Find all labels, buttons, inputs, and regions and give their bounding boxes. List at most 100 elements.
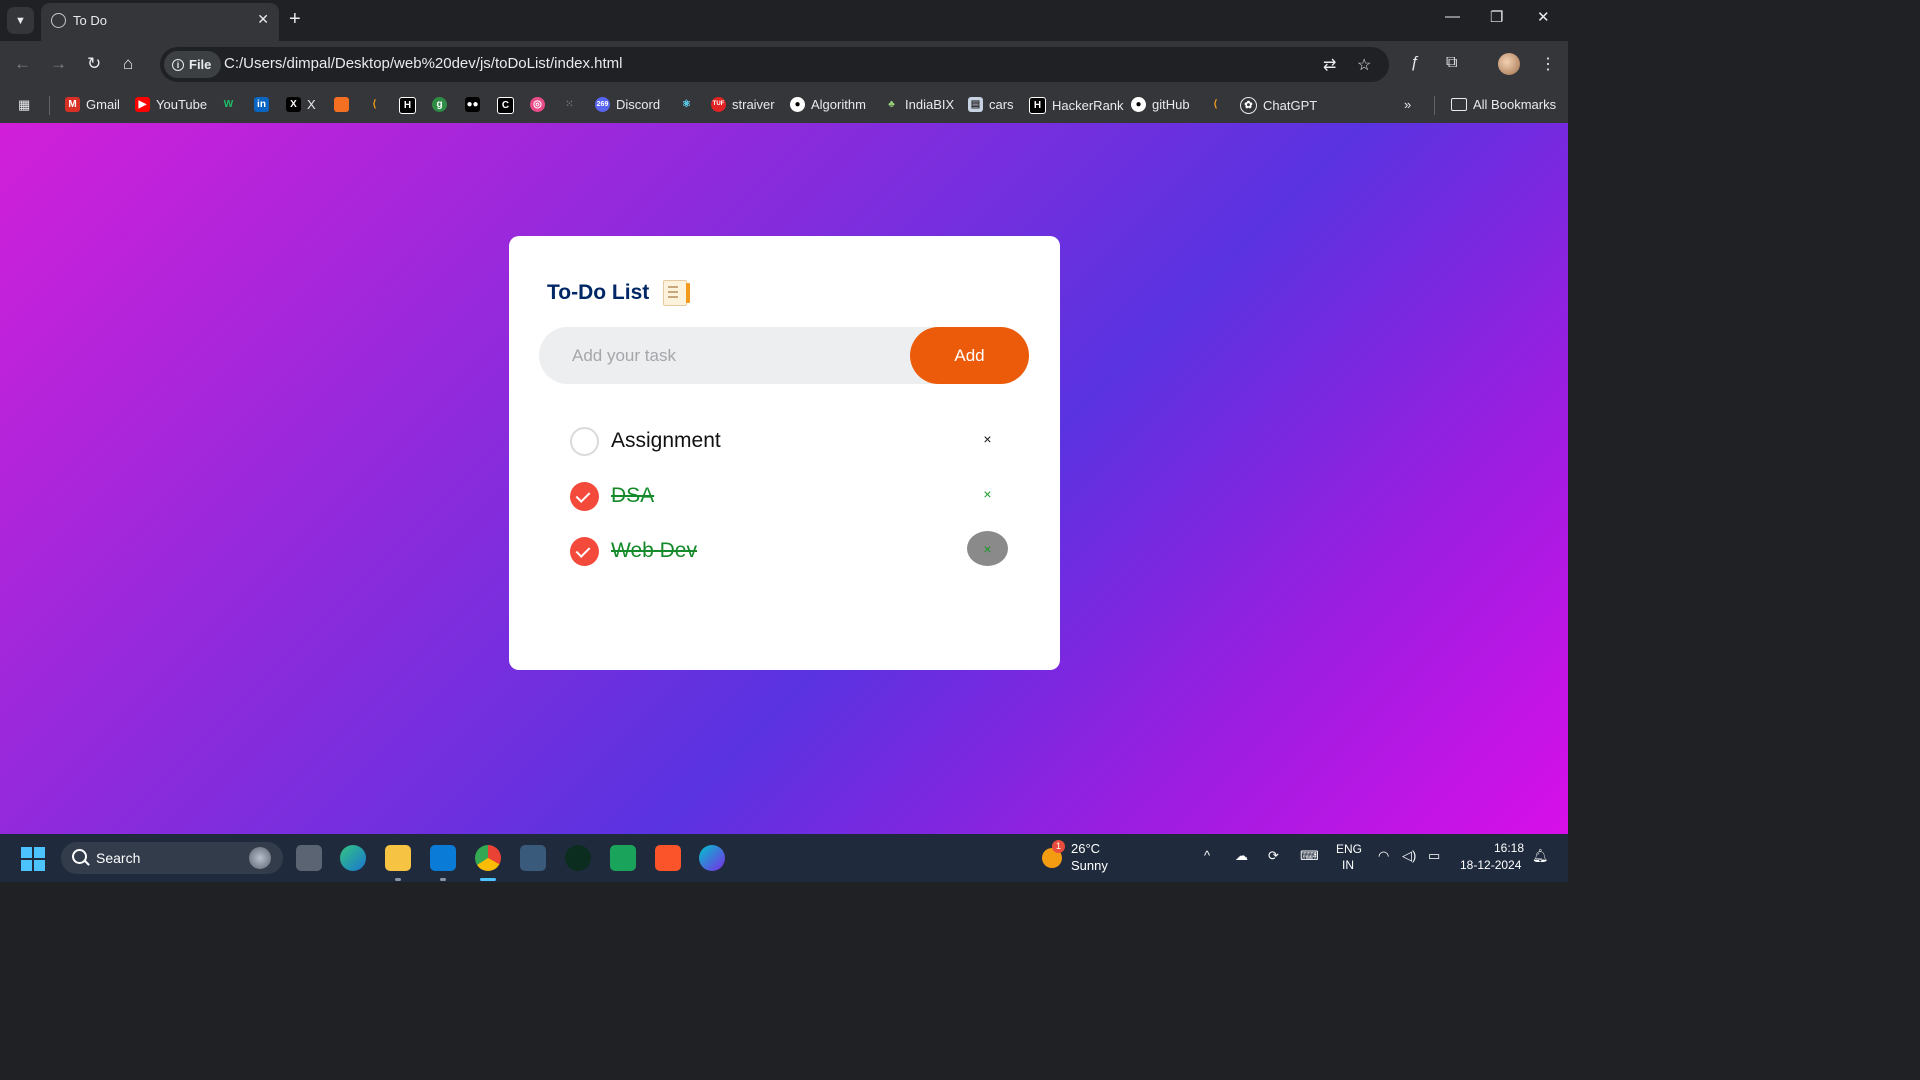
bookmark-geeks[interactable]: g [432, 97, 447, 112]
site-info-chip[interactable]: i File [164, 51, 222, 78]
url-text[interactable]: C:/Users/dimpal/Desktop/web%20dev/js/toD… [224, 55, 623, 72]
running-indicator [395, 878, 401, 881]
bookmark-hashnode[interactable]: H [399, 97, 416, 114]
bookmark-github[interactable]: ● gitHub [1131, 97, 1190, 112]
bookmark-indiabix[interactable]: ♣ IndiaBIX [884, 97, 954, 112]
bookmark-orange[interactable] [334, 97, 349, 112]
search-label: Search [96, 850, 141, 866]
bookmark-discord[interactable]: 269 Discord [595, 97, 660, 112]
language-top[interactable]: ENG [1336, 842, 1362, 856]
mongodb-compass-icon[interactable] [565, 845, 591, 871]
tuf-icon: TUF [711, 97, 726, 112]
bookmark-react[interactable]: ⚛ [679, 97, 694, 112]
reload-button[interactable]: ↻ [87, 54, 101, 74]
volume-icon[interactable]: ◁) [1402, 848, 1416, 864]
tab-strip: ▼ To Do ✕ + — ❐ ✕ [0, 0, 1568, 41]
clock-time[interactable]: 16:18 [1494, 841, 1524, 855]
bookmark-medium[interactable]: ●● [465, 97, 480, 112]
hackerrank-icon: H [1029, 97, 1046, 114]
language-bottom[interactable]: IN [1342, 858, 1354, 872]
w-icon: W [223, 99, 234, 110]
chrome-icon[interactable] [475, 845, 501, 871]
bookmark-dribbble[interactable]: ◎ [530, 97, 545, 112]
keyboard-icon[interactable]: ⌨ [1300, 848, 1319, 864]
notepad-icon [663, 280, 690, 306]
wifi-icon[interactable]: ◠ [1378, 848, 1389, 864]
page-icon: ▤ [968, 97, 983, 112]
bookmark-chatgpt[interactable]: ✿ ChatGPT [1240, 97, 1317, 114]
file-explorer-icon[interactable] [385, 845, 411, 871]
add-button[interactable]: Add [910, 327, 1029, 384]
address-bar[interactable]: i File C:/Users/dimpal/Desktop/web%20dev… [160, 47, 1389, 82]
globe-icon [51, 13, 66, 28]
sync-icon[interactable]: ⟳ [1268, 848, 1279, 864]
menu-icon[interactable]: ⋮ [1540, 54, 1556, 74]
vscode-icon[interactable] [430, 845, 456, 871]
bookmark-linkedin[interactable]: in [254, 97, 269, 112]
taskbar-search[interactable]: Search [61, 842, 283, 874]
canva-icon[interactable] [699, 845, 725, 871]
task-view-icon[interactable] [296, 845, 322, 871]
bookmark-striver[interactable]: TUF straiver [711, 97, 775, 112]
bookmark-leetcode[interactable]: ⟨ [367, 97, 382, 112]
c-icon: C [497, 97, 514, 114]
translate-icon[interactable]: ⇄ [1323, 55, 1336, 75]
close-window-button[interactable]: ✕ [1537, 8, 1550, 26]
restore-button[interactable]: ❐ [1490, 8, 1503, 26]
battery-icon[interactable]: ▭ [1428, 848, 1440, 864]
formula-extension-icon[interactable]: ƒ [1410, 54, 1419, 72]
show-hidden-icons-icon[interactable]: ^ [1204, 848, 1210, 863]
windows-start-icon[interactable] [21, 847, 45, 871]
tab-close-icon[interactable]: ✕ [257, 11, 269, 28]
task-item[interactable]: Assignment × [570, 422, 1010, 462]
bookmark-star-icon[interactable]: ☆ [1357, 55, 1371, 75]
bookmark-w[interactable]: W [221, 97, 236, 112]
bookmark-youtube[interactable]: ▶ YouTube [135, 97, 207, 112]
onedrive-cloud-icon[interactable]: ☁ [1235, 848, 1248, 864]
bookmark-codechef[interactable]: C [497, 97, 514, 114]
new-tab-button[interactable]: + [289, 8, 301, 30]
profile-avatar[interactable] [1498, 53, 1520, 75]
leetcode-icon: ⟨ [372, 99, 377, 110]
bookmark-leetcode-2[interactable]: ⟨ [1208, 97, 1223, 112]
all-bookmarks[interactable]: All Bookmarks [1451, 97, 1556, 112]
checked-circle-icon[interactable] [570, 482, 599, 511]
bookmark-gmail[interactable]: M Gmail [65, 97, 120, 112]
brave-icon[interactable] [655, 845, 681, 871]
browser-toolbar: ← → ↻ ⌂ i File C:/Users/dimpal/Desktop/w… [0, 41, 1568, 88]
tab-search-button[interactable]: ▼ [7, 7, 34, 34]
task-item[interactable]: Web Dev × [570, 531, 1010, 572]
delete-icon[interactable]: × [967, 421, 1008, 456]
info-icon: i [172, 58, 184, 71]
edge-icon[interactable] [340, 845, 366, 871]
extensions-icon[interactable]: ⧉ [1446, 54, 1457, 72]
unchecked-circle-icon[interactable] [570, 427, 599, 456]
bookmark-hackerrank[interactable]: H HackerRank [1029, 97, 1124, 114]
minimize-button[interactable]: — [1445, 8, 1460, 25]
notification-bell-icon[interactable]: 🔔︎ [1532, 848, 1549, 864]
task-input[interactable] [539, 327, 909, 384]
apps-grid-icon[interactable]: ▦ [18, 97, 30, 113]
home-button[interactable]: ⌂ [123, 54, 133, 74]
more-bookmarks-icon[interactable]: » [1404, 97, 1411, 112]
bookmark-x[interactable]: XX [286, 97, 316, 112]
delete-icon[interactable]: × [967, 531, 1008, 566]
taskbar: Search 1 26°C Sunny ^ ☁ ⟳ ⌨ ENG IN ◠ ◁) … [0, 834, 1568, 882]
weather-text[interactable]: Sunny [1071, 858, 1108, 873]
bookmark-cars[interactable]: ▤ cars [968, 97, 1014, 112]
back-button[interactable]: ← [14, 54, 31, 74]
delete-icon[interactable]: × [967, 476, 1008, 511]
checked-circle-icon[interactable] [570, 537, 599, 566]
task-item[interactable]: DSA × [570, 477, 1010, 517]
task-text: Web Dev [611, 539, 697, 562]
bookmark-algorithm[interactable]: ● Algorithm [790, 97, 866, 112]
mysql-workbench-icon[interactable] [520, 845, 546, 871]
bookmark-dots[interactable]: ⁙ [562, 97, 577, 112]
clock-date[interactable]: 18-12-2024 [1460, 858, 1521, 872]
weather-temp[interactable]: 26°C [1071, 841, 1100, 856]
forward-button[interactable]: → [50, 54, 67, 74]
hackerrank-desktop-icon[interactable] [610, 845, 636, 871]
chatgpt-icon: ✿ [1240, 97, 1257, 114]
bookmarks-divider [49, 96, 50, 115]
tab-active[interactable]: To Do ✕ [41, 3, 279, 41]
